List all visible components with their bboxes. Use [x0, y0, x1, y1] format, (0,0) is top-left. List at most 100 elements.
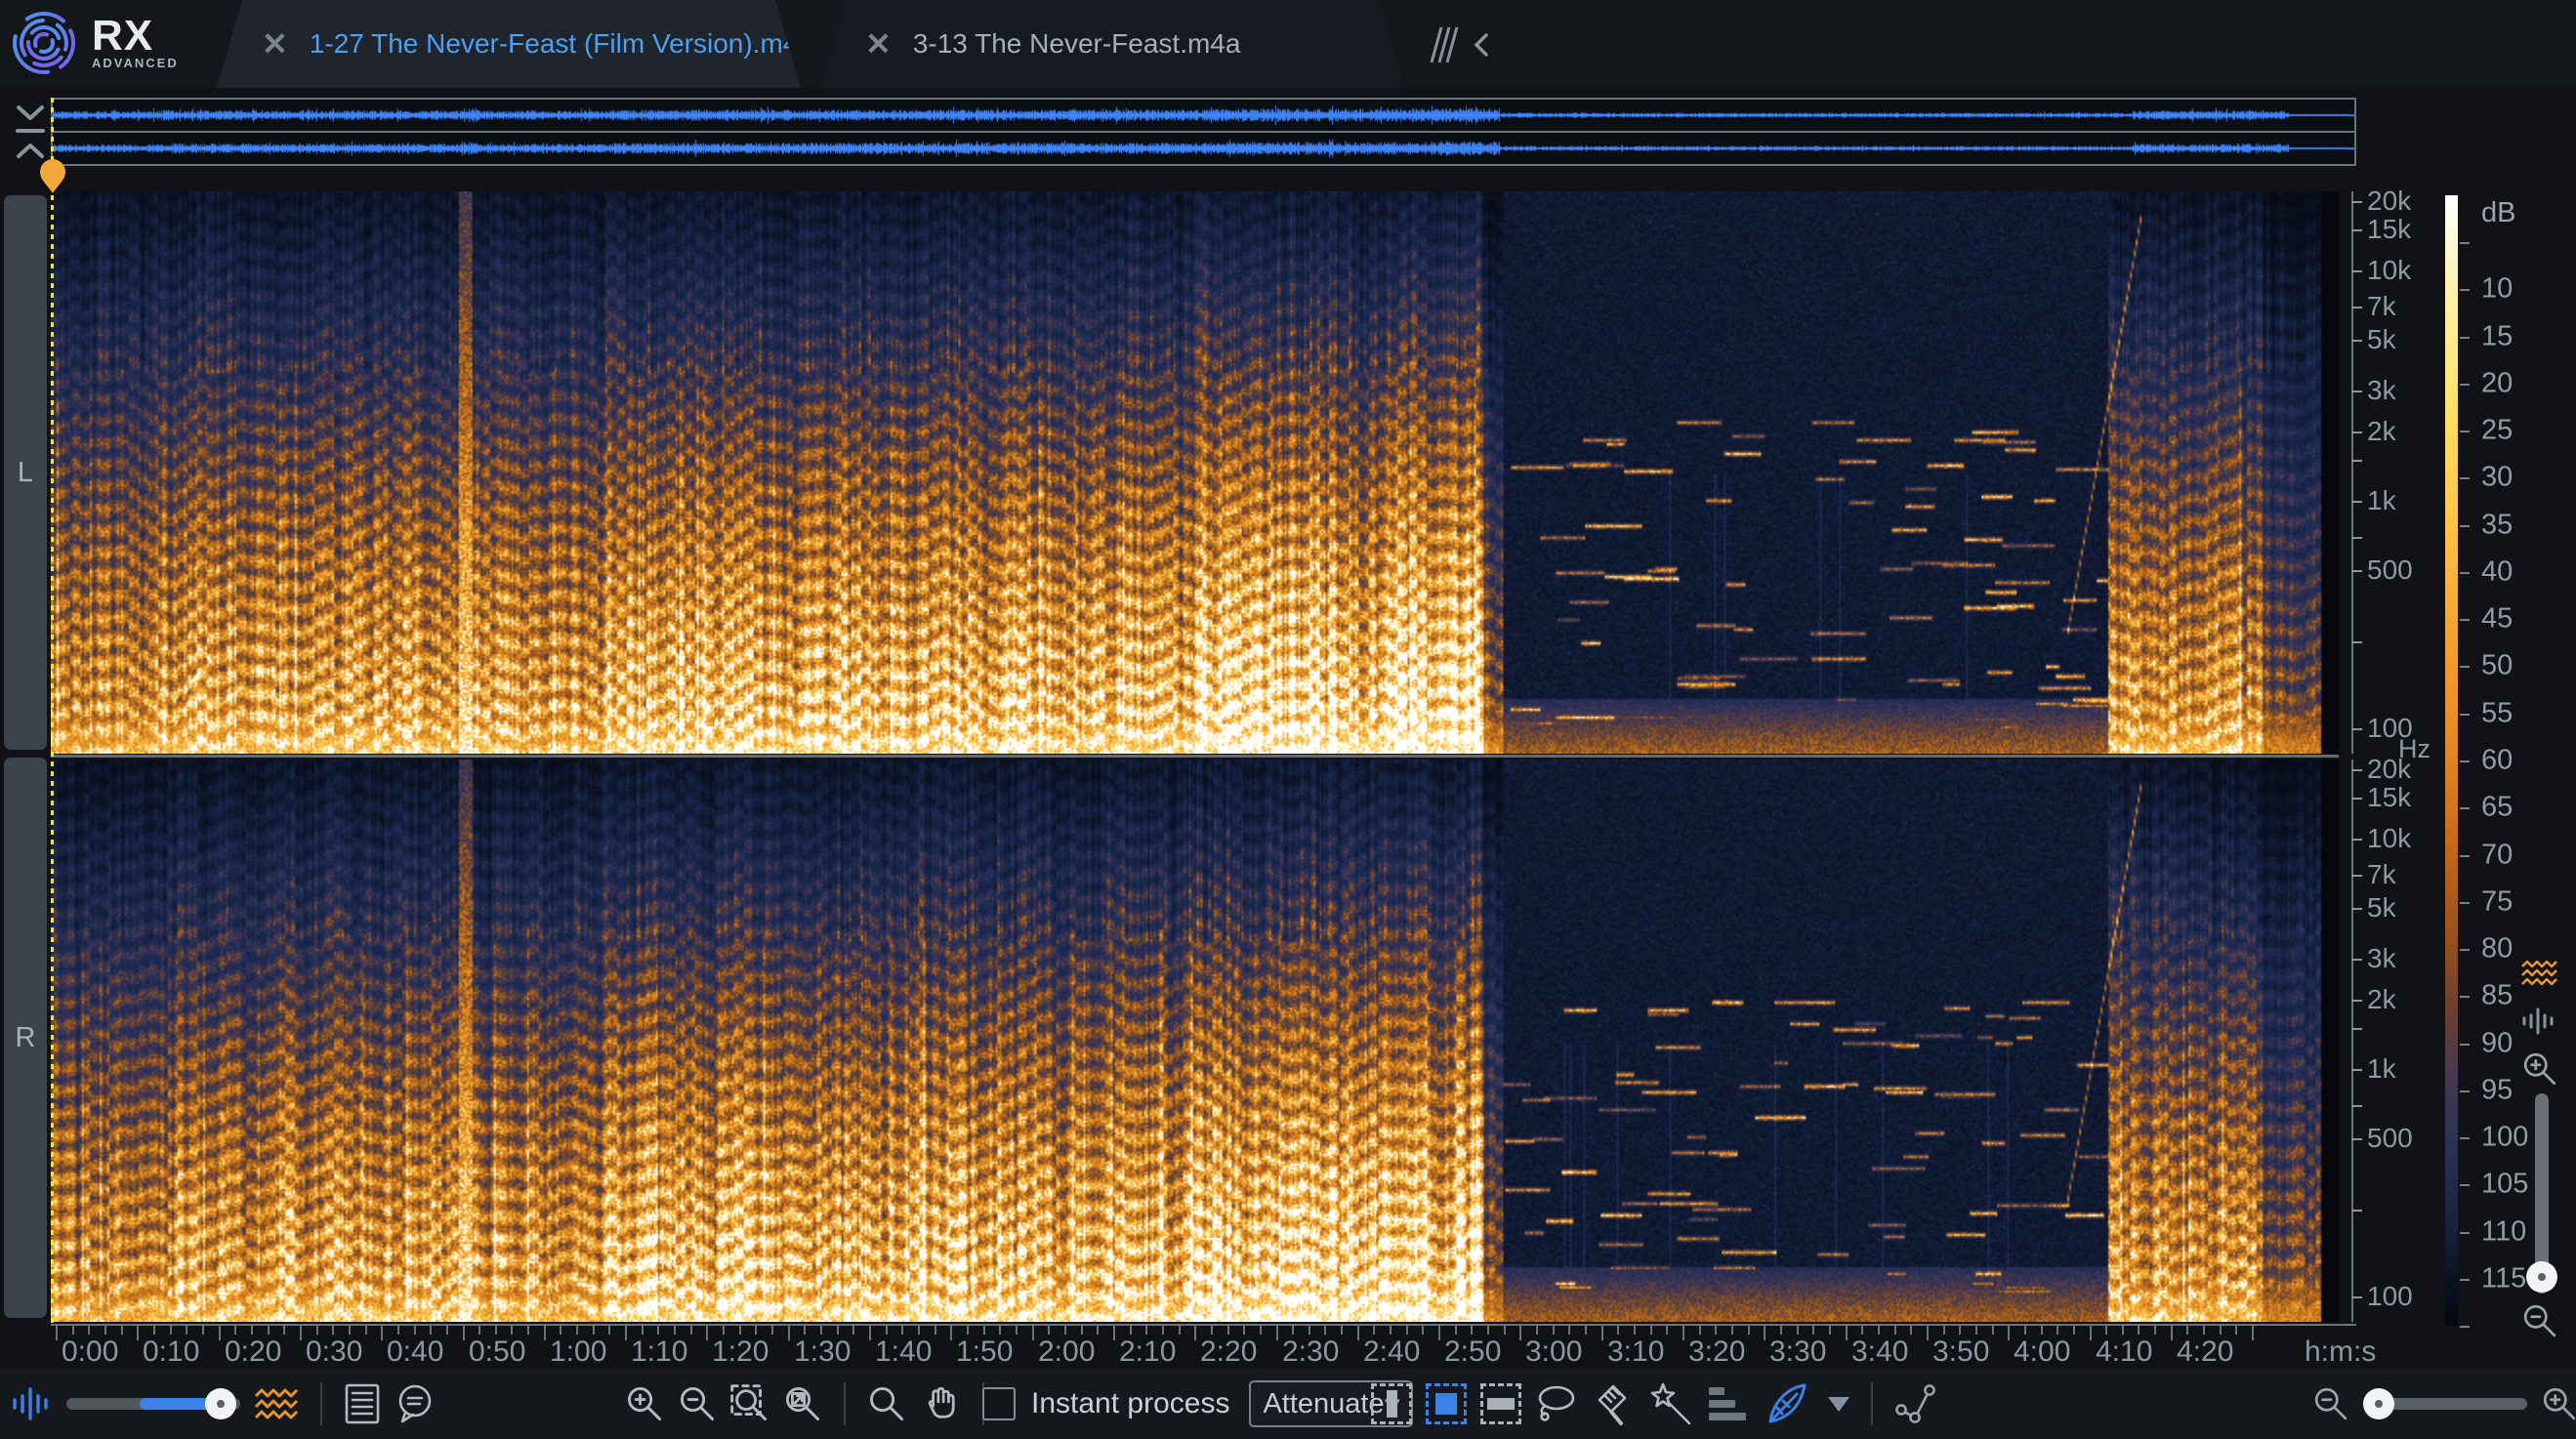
db-unit: dB — [2481, 197, 2515, 229]
zoom-selection-icon[interactable] — [730, 1384, 769, 1423]
freq-tick — [2351, 1069, 2362, 1071]
time-tick — [1422, 1326, 1424, 1335]
tab-file-2[interactable]: ✕ 3-13 The Never-Feast.m4a — [820, 0, 1424, 88]
waveform-view-button[interactable] — [2521, 1007, 2576, 1035]
time-tick — [674, 1326, 676, 1335]
frequency-ruler-left[interactable]: Hz 20k15k10k7k5k3k2k1k500100 — [2340, 191, 2441, 754]
levels-icon[interactable] — [1707, 1384, 1750, 1423]
time-tick — [820, 1326, 822, 1335]
zoom-in-icon[interactable] — [625, 1384, 664, 1423]
time-tick — [642, 1326, 644, 1335]
time-tick — [560, 1326, 561, 1335]
spectrogram-left-channel[interactable] — [51, 191, 2339, 754]
horizontal-zoom-in-icon[interactable] — [2541, 1385, 2576, 1422]
overview-waveform-left[interactable] — [53, 100, 2354, 131]
magnifier-icon[interactable] — [867, 1384, 906, 1423]
overview-waveform-right[interactable] — [53, 133, 2354, 164]
time-tick — [608, 1326, 610, 1335]
chevron-left-icon[interactable] — [1473, 31, 1490, 59]
time-tick — [804, 1326, 806, 1335]
freq-tick — [2351, 798, 2362, 800]
blend-slider-knob[interactable] — [205, 1388, 236, 1419]
time-tick — [251, 1326, 253, 1335]
time-tick — [837, 1326, 839, 1335]
instant-process-checkbox[interactable] — [982, 1387, 1016, 1420]
time-tick — [1943, 1326, 1945, 1335]
time-unit: h:m:s — [2305, 1336, 2376, 1369]
spectrogram-color-scale[interactable] — [2445, 195, 2458, 1326]
channel-label: L — [18, 457, 33, 489]
db-tick — [2460, 714, 2470, 716]
db-ruler[interactable]: 1015202530354045505560657075808590951001… — [2460, 195, 2567, 1334]
time-tick — [511, 1326, 513, 1335]
document-list-icon[interactable] — [344, 1383, 381, 1424]
db-tick — [2460, 902, 2470, 904]
spectrogram-right-channel[interactable] — [51, 760, 2339, 1322]
lasso-icon[interactable] — [1535, 1384, 1578, 1423]
freq-tick-label: 2k — [2367, 416, 2396, 447]
zoom-out-icon[interactable] — [678, 1384, 717, 1423]
playhead-line[interactable] — [51, 98, 54, 1324]
freq-tick — [2351, 641, 2362, 643]
time-tick — [771, 1326, 773, 1335]
brush-icon[interactable] — [1592, 1382, 1635, 1425]
horizontal-zoom-slider-knob[interactable] — [2363, 1388, 2394, 1419]
time-tick — [1081, 1326, 1083, 1335]
time-tick — [901, 1326, 903, 1335]
freq-tick-label: 3k — [2367, 375, 2396, 406]
vertical-zoom-slider[interactable] — [2535, 1093, 2549, 1294]
time-tick-label: 1:00 — [550, 1336, 606, 1369]
time-tick — [1731, 1326, 1733, 1335]
spectrogram-view-icon[interactable] — [254, 1388, 299, 1419]
frequency-selection-tool[interactable] — [1480, 1383, 1521, 1424]
time-frequency-selection-tool[interactable] — [1426, 1383, 1467, 1424]
time-selection-tool[interactable] — [1371, 1383, 1412, 1424]
db-tick — [2460, 761, 2470, 762]
feather-icon[interactable] — [1764, 1381, 1808, 1426]
time-tick — [1797, 1326, 1799, 1335]
overview-collapse-control[interactable] — [14, 102, 47, 164]
time-tick-label: 0:20 — [225, 1336, 281, 1369]
zoom-fit-icon[interactable] — [783, 1384, 822, 1423]
freq-tick-label: 20k — [2367, 754, 2411, 785]
time-tick — [1309, 1326, 1310, 1335]
time-tick — [657, 1326, 659, 1335]
time-tick — [723, 1326, 725, 1335]
waveform-overview[interactable] — [51, 98, 2356, 166]
dropdown-triangle-icon[interactable] — [1828, 1397, 1849, 1412]
app-name: RX — [92, 17, 179, 56]
time-tick — [1878, 1326, 1880, 1335]
comment-icon[interactable] — [395, 1383, 436, 1424]
db-tick — [2460, 572, 2470, 574]
waveform-view-icon[interactable] — [12, 1387, 53, 1420]
nodes-icon[interactable] — [1894, 1382, 1937, 1425]
channel-strip-left[interactable]: L — [4, 195, 47, 750]
time-tick-label: 4:00 — [2014, 1336, 2070, 1369]
time-tick — [234, 1326, 236, 1335]
tab-file-1[interactable]: ✕ 1-27 The Never-Feast (Film Version).m4… — [217, 0, 820, 88]
tab-stack-icon[interactable] — [1428, 25, 1463, 64]
waveform-spectrogram-blend-slider[interactable] — [66, 1398, 240, 1410]
spectrogram-view-button[interactable] — [2521, 961, 2576, 986]
hand-icon[interactable] — [920, 1383, 961, 1424]
horizontal-zoom-slider[interactable] — [2363, 1398, 2527, 1410]
time-tick — [1179, 1326, 1181, 1335]
playhead-pin[interactable] — [38, 159, 67, 194]
time-tick — [527, 1326, 529, 1335]
horizontal-zoom-out-icon[interactable] — [2312, 1385, 2349, 1422]
db-tick-label: 110 — [2481, 1216, 2526, 1249]
close-icon[interactable]: ✕ — [262, 25, 288, 62]
time-ruler[interactable]: h:m:s 0:000:100:200:300:400:501:001:101:… — [51, 1324, 2356, 1369]
time-tick — [56, 1326, 58, 1340]
magic-wand-icon[interactable] — [1648, 1382, 1693, 1425]
close-icon[interactable]: ✕ — [865, 25, 892, 62]
time-tick — [1894, 1326, 1896, 1335]
time-tick — [478, 1326, 480, 1335]
vertical-zoom-in-button[interactable] — [2521, 1050, 2576, 1088]
vertical-zoom-out-button[interactable] — [2521, 1302, 2576, 1339]
time-tick — [1764, 1326, 1766, 1340]
frequency-ruler-right[interactable]: 20k15k10k7k5k3k2k1k500100 — [2340, 760, 2441, 1322]
time-tick — [365, 1326, 367, 1335]
channel-strip-right[interactable]: R — [4, 758, 47, 1318]
vertical-zoom-slider-knob[interactable] — [2526, 1261, 2557, 1293]
